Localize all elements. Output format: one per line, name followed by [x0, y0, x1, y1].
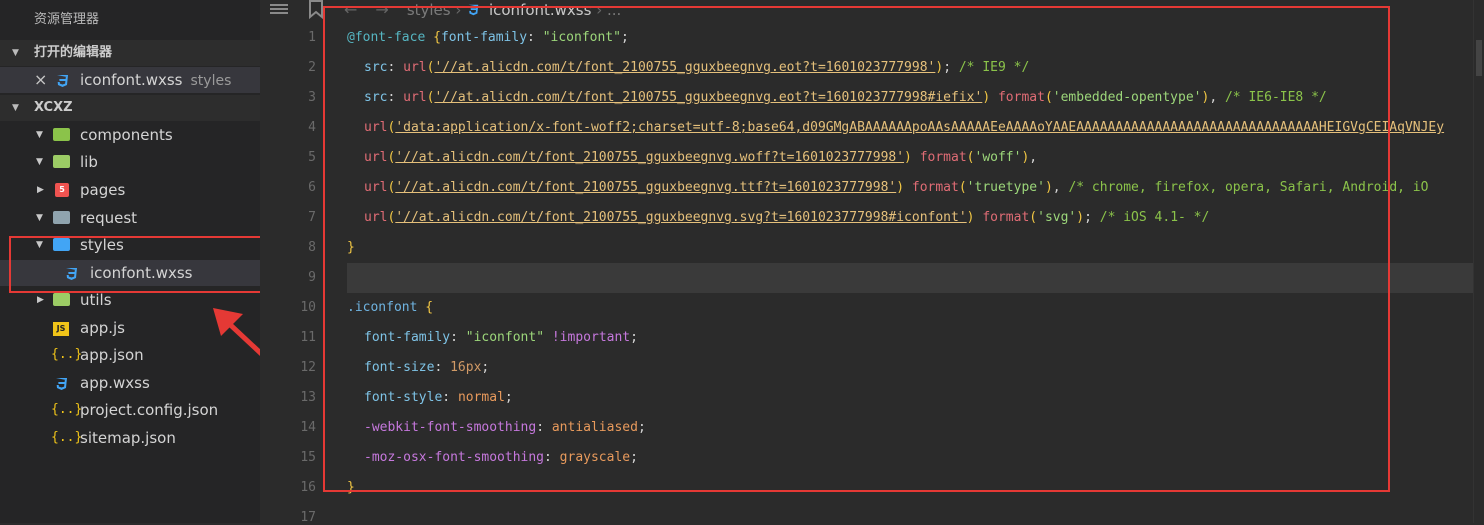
folder-icon — [53, 211, 70, 224]
styles-highlight-annotation — [9, 236, 284, 293]
list-icon[interactable] — [270, 4, 288, 14]
line-number: 5 — [308, 150, 316, 165]
close-icon[interactable]: × — [34, 67, 47, 93]
bookmark-icon[interactable] — [309, 0, 323, 20]
explorer-title: 资源管理器 — [34, 12, 100, 27]
chevron-down-icon: ▼ — [36, 213, 43, 223]
tree-item-label: components — [80, 126, 173, 144]
line-number: 11 — [300, 330, 316, 345]
line-number: 13 — [300, 390, 316, 405]
json-file-icon: {..} — [51, 430, 83, 445]
tree-folder-lib[interactable]: ▼ lib — [0, 149, 260, 175]
chevron-down-icon: ▼ — [12, 103, 19, 113]
pages-folder-icon: 5 — [55, 183, 69, 197]
line-number: 8 — [308, 240, 316, 255]
tree-item-label: app.wxss — [80, 374, 150, 392]
open-editors-label: 打开的编辑器 — [34, 45, 113, 60]
editor-toolbar — [270, 0, 323, 20]
chevron-down-icon: ▼ — [36, 157, 43, 167]
line-number: 15 — [300, 450, 316, 465]
tree-item-label: sitemap.json — [80, 429, 176, 447]
folder-icon — [53, 293, 70, 306]
css3-file-icon — [56, 378, 67, 390]
tree-file-sitemap-json[interactable]: {..} sitemap.json — [0, 425, 260, 451]
project-name: XCXZ — [34, 100, 73, 115]
line-number: 16 — [300, 480, 316, 495]
line-number: 6 — [308, 180, 316, 195]
project-header[interactable]: ▼ XCXZ — [0, 95, 260, 121]
json-file-icon: {..} — [51, 402, 83, 417]
vertical-scrollbar[interactable] — [1473, 0, 1484, 523]
js-file-icon: JS — [53, 322, 69, 336]
tree-item-label: request — [80, 209, 138, 227]
line-number: 1 — [308, 30, 316, 45]
open-editor-item[interactable]: × iconfont.wxss styles — [0, 67, 260, 93]
tree-file-project-config-json[interactable]: {..} project.config.json — [0, 397, 260, 423]
line-number: 3 — [308, 90, 316, 105]
line-number: 12 — [300, 360, 316, 375]
tree-item-label: pages — [80, 181, 126, 199]
folder-icon — [53, 155, 70, 168]
chevron-down-icon: ▼ — [36, 130, 43, 140]
open-editors-header[interactable]: ▼ 打开的编辑器 — [0, 40, 260, 66]
line-number: 14 — [300, 420, 316, 435]
open-editor-file-name: iconfont.wxss — [80, 71, 183, 89]
chevron-down-icon: ▼ — [12, 48, 19, 58]
line-number: 9 — [308, 270, 316, 285]
tree-item-label: app.json — [80, 346, 144, 364]
open-editor-folder-hint: styles — [190, 73, 232, 89]
scrollbar-thumb[interactable] — [1476, 40, 1482, 76]
folder-icon — [53, 128, 70, 141]
tree-item-label: lib — [80, 153, 98, 171]
line-number: 4 — [308, 120, 316, 135]
line-number: 2 — [308, 60, 316, 75]
css3-file-icon — [57, 75, 68, 87]
json-file-icon: {..} — [51, 347, 83, 362]
tree-item-label: project.config.json — [80, 401, 219, 419]
tree-folder-pages[interactable]: ▶ 5 pages — [0, 177, 260, 203]
chevron-right-icon: ▶ — [37, 185, 44, 195]
line-number: 7 — [308, 210, 316, 225]
code-editor[interactable]: ← → styles › iconfont.wxss › ... 123456789… — [260, 0, 1484, 525]
tree-item-label: app.js — [80, 319, 125, 337]
line-number: 10 — [300, 300, 316, 315]
code-highlight-annotation — [323, 6, 1390, 492]
tree-folder-request[interactable]: ▼ request — [0, 205, 260, 231]
tree-folder-components[interactable]: ▼ components — [0, 122, 260, 148]
